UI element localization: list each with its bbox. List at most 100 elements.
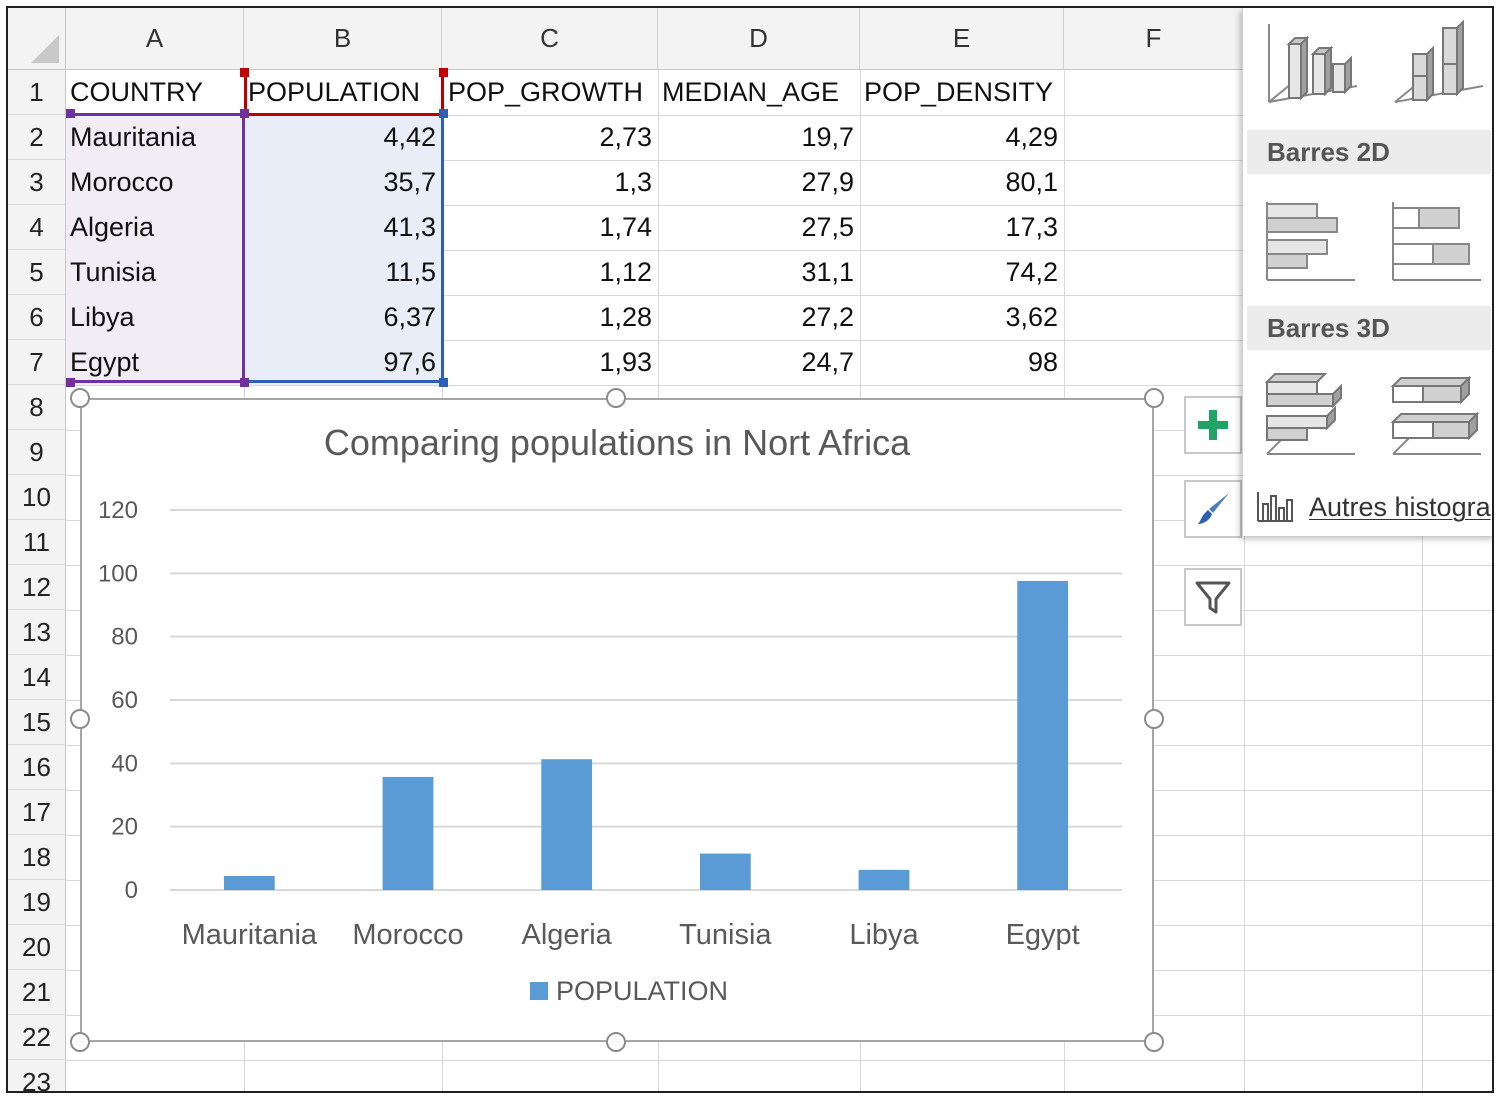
row-header-23[interactable]: 23: [8, 1060, 66, 1091]
cell-pop-growth[interactable]: 1,12: [442, 250, 658, 295]
bar-egypt[interactable]: [1017, 580, 1069, 890]
row-header-4[interactable]: 4: [8, 205, 66, 250]
stacked-bar-2d-icon[interactable]: [1387, 192, 1487, 288]
cell-pop-density[interactable]: 4,29: [860, 115, 1064, 160]
y-tick-label: 60: [111, 687, 138, 714]
row-header-22[interactable]: 22: [8, 1015, 66, 1060]
legend-label[interactable]: POPULATION: [556, 976, 728, 1006]
cell-pop-growth[interactable]: 1,74: [442, 205, 658, 250]
bar-algeria[interactable]: [541, 759, 593, 890]
bar-mauritania[interactable]: [223, 876, 275, 890]
header-cell-pop-growth[interactable]: POP_GROWTH: [442, 70, 658, 115]
row-header-17[interactable]: 17: [8, 790, 66, 835]
range-handle[interactable]: [66, 109, 75, 118]
y-tick-label: 80: [111, 624, 138, 651]
values-range-highlight: [244, 113, 444, 383]
row-header-16[interactable]: 16: [8, 745, 66, 790]
cell-pop-density[interactable]: 3,62: [860, 295, 1064, 340]
row-header-9[interactable]: 9: [8, 430, 66, 475]
filter-icon: [1195, 581, 1231, 614]
header-cell-pop-density[interactable]: POP_DENSITY: [860, 70, 1064, 115]
clustered-bar-3d-icon[interactable]: [1261, 366, 1361, 462]
resize-handle[interactable]: [606, 388, 626, 408]
row-header-10[interactable]: 10: [8, 475, 66, 520]
row-header-14[interactable]: 14: [8, 655, 66, 700]
row-header-5[interactable]: 5: [8, 250, 66, 295]
column-header-b[interactable]: B: [244, 8, 442, 70]
cell-median-age[interactable]: 19,7: [658, 115, 860, 160]
bar-libya[interactable]: [858, 869, 910, 890]
chart-filters-button[interactable]: [1184, 568, 1242, 626]
row-header-13[interactable]: 13: [8, 610, 66, 655]
cell-pop-density[interactable]: 17,3: [860, 205, 1064, 250]
bar-morocco[interactable]: [382, 776, 434, 890]
more-column-charts-link[interactable]: Autres histogra: [1243, 484, 1492, 530]
cell-median-age[interactable]: 27,5: [658, 205, 860, 250]
resize-handle[interactable]: [70, 709, 90, 729]
chart-area[interactable]: Comparing populations in Nort Africa 0 20…: [80, 398, 1154, 1042]
row-header-11[interactable]: 11: [8, 520, 66, 565]
header-cell-median-age[interactable]: MEDIAN_AGE: [658, 70, 860, 115]
range-handle[interactable]: [439, 109, 448, 118]
cell-pop-density[interactable]: 98: [860, 340, 1064, 385]
chart-type-gallery: Barres 2D Barres 3D Autres histogra: [1242, 8, 1492, 536]
column-header-c[interactable]: C: [442, 8, 658, 70]
stacked-bar-3d-icon[interactable]: [1387, 366, 1487, 462]
range-handle[interactable]: [240, 378, 249, 387]
range-handle[interactable]: [66, 378, 75, 387]
resize-handle[interactable]: [1144, 388, 1164, 408]
row-header-18[interactable]: 18: [8, 835, 66, 880]
cell-pop-growth[interactable]: 1,28: [442, 295, 658, 340]
spreadsheet-grid: A B C D E F 1 2 3 4 5 6 7 8 9 10 11 12 1…: [8, 8, 1492, 1091]
row-header-21[interactable]: 21: [8, 970, 66, 1015]
resize-handle[interactable]: [70, 388, 90, 408]
column-header-d[interactable]: D: [658, 8, 860, 70]
range-handle[interactable]: [439, 68, 448, 77]
range-handle[interactable]: [240, 109, 249, 118]
cell-pop-density[interactable]: 74,2: [860, 250, 1064, 295]
row-header-3[interactable]: 3: [8, 160, 66, 205]
x-tick-label: Morocco: [352, 919, 463, 951]
row-header-19[interactable]: 19: [8, 880, 66, 925]
row-header-8[interactable]: 8: [8, 385, 66, 430]
cell-pop-growth[interactable]: 2,73: [442, 115, 658, 160]
row-header-7[interactable]: 7: [8, 340, 66, 385]
resize-handle[interactable]: [70, 1032, 90, 1052]
section-heading-bars-3d: Barres 3D: [1247, 306, 1491, 350]
resize-handle[interactable]: [1144, 1032, 1164, 1052]
row-header-20[interactable]: 20: [8, 925, 66, 970]
cell-median-age[interactable]: 27,9: [658, 160, 860, 205]
stacked-column-3d-icon[interactable]: [1387, 14, 1487, 110]
select-all-corner[interactable]: [8, 8, 66, 70]
x-tick-label: Mauritania: [182, 919, 318, 951]
row-header-2[interactable]: 2: [8, 115, 66, 160]
row-header-6[interactable]: 6: [8, 295, 66, 340]
column-header-a[interactable]: A: [66, 8, 244, 70]
column-header-f[interactable]: F: [1064, 8, 1244, 70]
x-tick-label: Algeria: [522, 919, 613, 951]
cell-median-age[interactable]: 27,2: [658, 295, 860, 340]
x-tick-label: Libya: [849, 919, 919, 951]
cell-median-age[interactable]: 31,1: [658, 250, 860, 295]
column-header-e[interactable]: E: [860, 8, 1064, 70]
resize-handle[interactable]: [606, 1032, 626, 1052]
range-handle[interactable]: [240, 68, 249, 77]
row-header-12[interactable]: 12: [8, 565, 66, 610]
bar-tunisia[interactable]: [699, 853, 751, 890]
cell-median-age[interactable]: 24,7: [658, 340, 860, 385]
row-header-1[interactable]: 1: [8, 70, 66, 115]
row-header-15[interactable]: 15: [8, 700, 66, 745]
cell-pop-growth[interactable]: 1,93: [442, 340, 658, 385]
chart-styles-button[interactable]: [1184, 480, 1242, 538]
plus-icon: [1198, 410, 1228, 440]
range-handle[interactable]: [439, 378, 448, 387]
cell-pop-growth[interactable]: 1,3: [442, 160, 658, 205]
chart-elements-button[interactable]: [1184, 396, 1242, 454]
clustered-bar-2d-icon[interactable]: [1261, 192, 1361, 288]
cell-pop-density[interactable]: 80,1: [860, 160, 1064, 205]
header-cell-country[interactable]: COUNTRY: [66, 70, 244, 115]
clustered-column-3d-icon[interactable]: [1261, 14, 1361, 110]
section-heading-bars-2d: Barres 2D: [1247, 130, 1491, 174]
resize-handle[interactable]: [1144, 709, 1164, 729]
y-tick-label: 0: [125, 877, 138, 904]
